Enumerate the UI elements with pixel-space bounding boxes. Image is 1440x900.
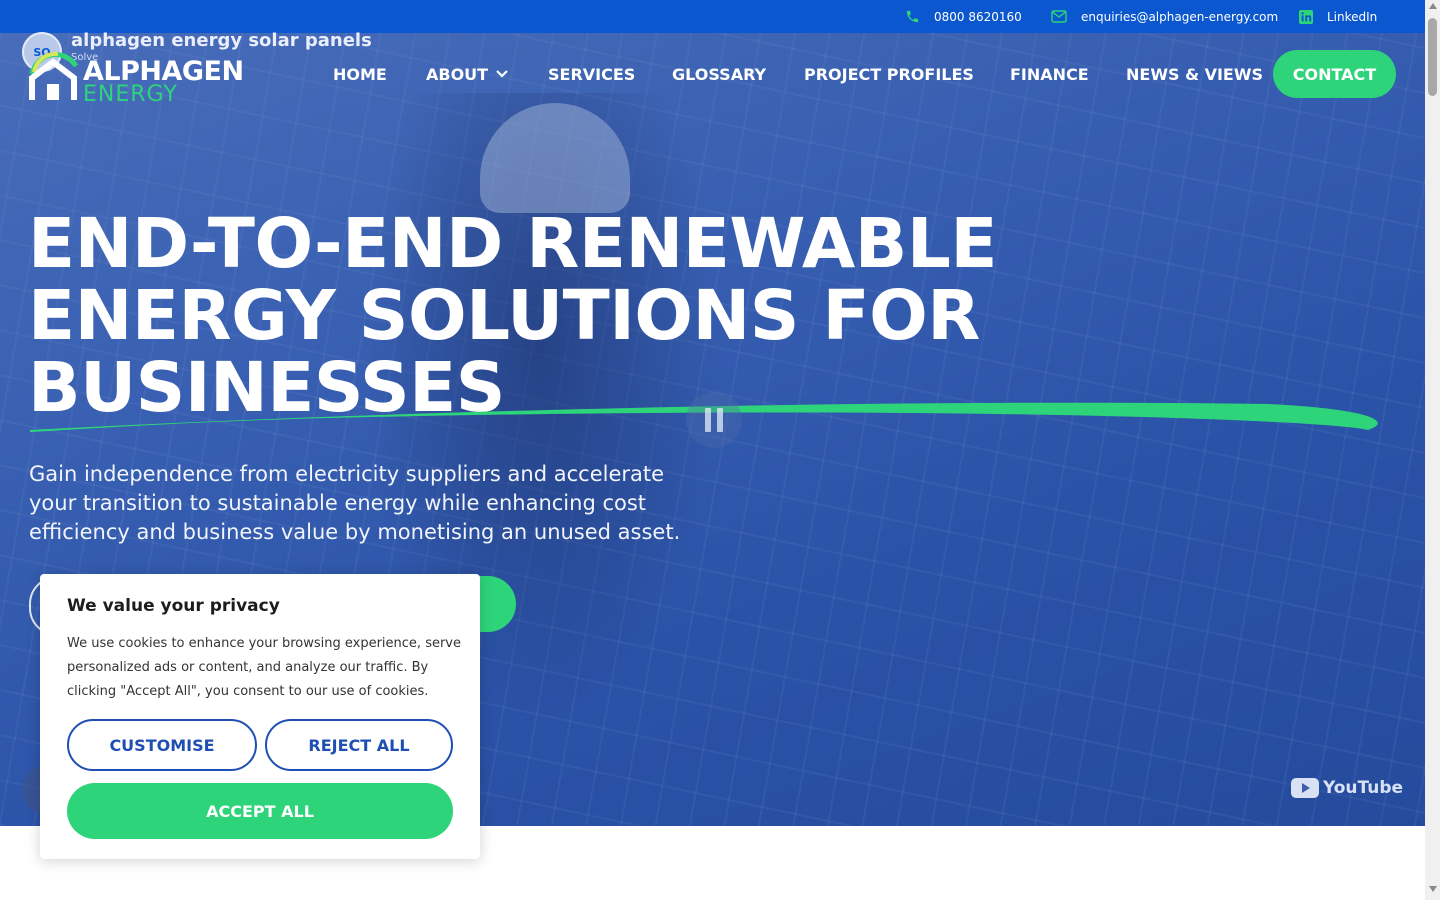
nav-about-label: ABOUT <box>426 64 489 84</box>
customise-button[interactable]: CUSTOMISE <box>67 719 257 771</box>
youtube-logo[interactable]: YouTube <box>1291 778 1403 798</box>
headline-line-1: END-TO-END RENEWABLE <box>28 204 998 284</box>
phone-number: 0800 8620160 <box>934 9 1022 24</box>
contact-button[interactable]: CONTACT <box>1273 50 1396 98</box>
email-link[interactable]: enquiries@alphagen-energy.com <box>1051 0 1278 33</box>
linkedin-link[interactable]: LinkedIn <box>1299 0 1377 33</box>
mail-icon <box>1051 10 1067 23</box>
main-navigation: HOME ABOUT SERVICES GLOSSARY PROJECT PRO… <box>0 50 1425 98</box>
nav-project-profiles[interactable]: PROJECT PROFILES <box>804 50 974 98</box>
video-pause-button[interactable] <box>686 392 742 448</box>
youtube-icon <box>1291 778 1319 798</box>
cookie-body-text: We use cookies to enhance your browsing … <box>67 636 461 699</box>
linkedin-icon <box>1299 9 1313 24</box>
nav-home[interactable]: HOME <box>333 50 387 98</box>
nav-finance[interactable]: FINANCE <box>1010 50 1089 98</box>
chevron-down-icon <box>496 70 508 78</box>
page-scrollbar[interactable] <box>1425 0 1440 900</box>
phone-link[interactable]: 0800 8620160 <box>905 0 1022 33</box>
nav-news-views[interactable]: NEWS & VIEWS <box>1126 50 1263 98</box>
headline-line-2: ENERGY SOLUTIONS FOR <box>28 276 980 356</box>
pause-icon <box>705 408 723 432</box>
hero-subtext: Gain independence from electricity suppl… <box>29 462 681 544</box>
nav-glossary[interactable]: GLOSSARY <box>672 50 766 98</box>
nav-about[interactable]: ABOUT <box>426 50 508 98</box>
top-contact-bar: 0800 8620160 enquiries@alphagen-energy.c… <box>0 0 1425 33</box>
linkedin-label: LinkedIn <box>1327 9 1378 24</box>
email-address: enquiries@alphagen-energy.com <box>1081 9 1279 24</box>
nav-services[interactable]: SERVICES <box>548 50 635 98</box>
scrollbar-thumb[interactable] <box>1428 18 1437 96</box>
reject-all-button[interactable]: REJECT ALL <box>265 719 453 771</box>
phone-icon <box>905 9 920 24</box>
scroll-down-arrow[interactable] <box>1428 886 1437 892</box>
accept-all-button[interactable]: ACCEPT ALL <box>67 783 453 839</box>
cookie-consent-dialog: We value your privacy We use cookies to … <box>40 574 480 859</box>
youtube-label: YouTube <box>1323 778 1404 798</box>
cookie-title: We value your privacy <box>67 596 280 616</box>
scroll-up-arrow[interactable] <box>1428 3 1437 9</box>
